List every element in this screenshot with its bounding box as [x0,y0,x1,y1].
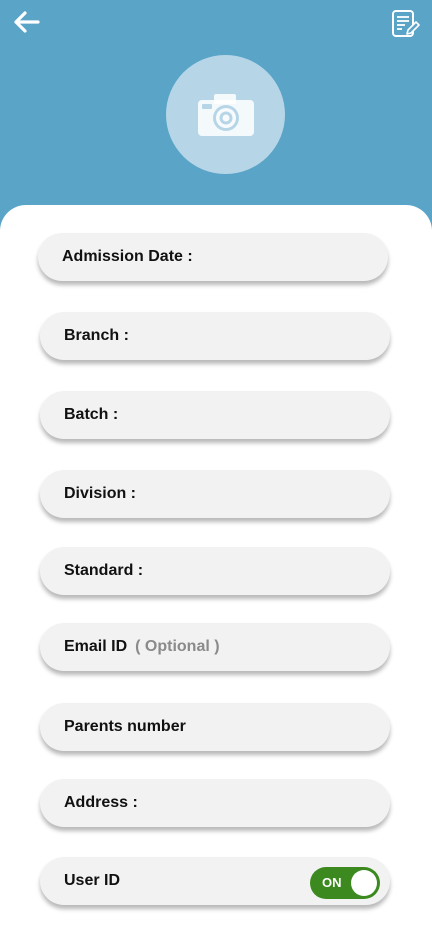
toggle-knob [351,870,377,896]
admission-date-label: Admission Date : [62,248,193,265]
batch-field[interactable]: Batch : [40,391,390,439]
back-button[interactable] [8,6,44,38]
parents-number-label: Parents number [64,718,186,735]
email-id-label: Email ID [64,638,128,655]
camera-icon [197,93,254,136]
edit-button[interactable] [388,8,422,40]
edit-document-icon [392,10,420,37]
user-id-toggle[interactable]: ON [310,867,380,899]
toggle-state-label: ON [322,875,342,890]
form-sheet: Admission Date : Branch : Batch : Divisi… [0,205,432,936]
address-field[interactable]: Address : [40,779,390,827]
arrow-left-icon [14,11,40,33]
user-id-label: User ID [64,872,121,889]
parents-number-field[interactable]: Parents number [40,703,390,751]
standard-label: Standard : [64,562,144,579]
user-id-field: User ID ON [40,857,390,905]
profile-photo-button[interactable] [166,55,285,174]
address-label: Address : [64,794,138,811]
division-field[interactable]: Division : [40,470,390,518]
division-label: Division : [64,485,137,502]
profile-header [0,0,432,230]
standard-field[interactable]: Standard : [40,547,390,595]
batch-label: Batch : [64,406,119,423]
admission-date-field[interactable]: Admission Date : [38,233,388,281]
branch-label: Branch : [64,327,129,344]
email-id-field[interactable]: Email ID ( Optional ) [40,623,390,671]
branch-field[interactable]: Branch : [40,312,390,360]
email-optional-hint: ( Optional ) [135,638,220,655]
